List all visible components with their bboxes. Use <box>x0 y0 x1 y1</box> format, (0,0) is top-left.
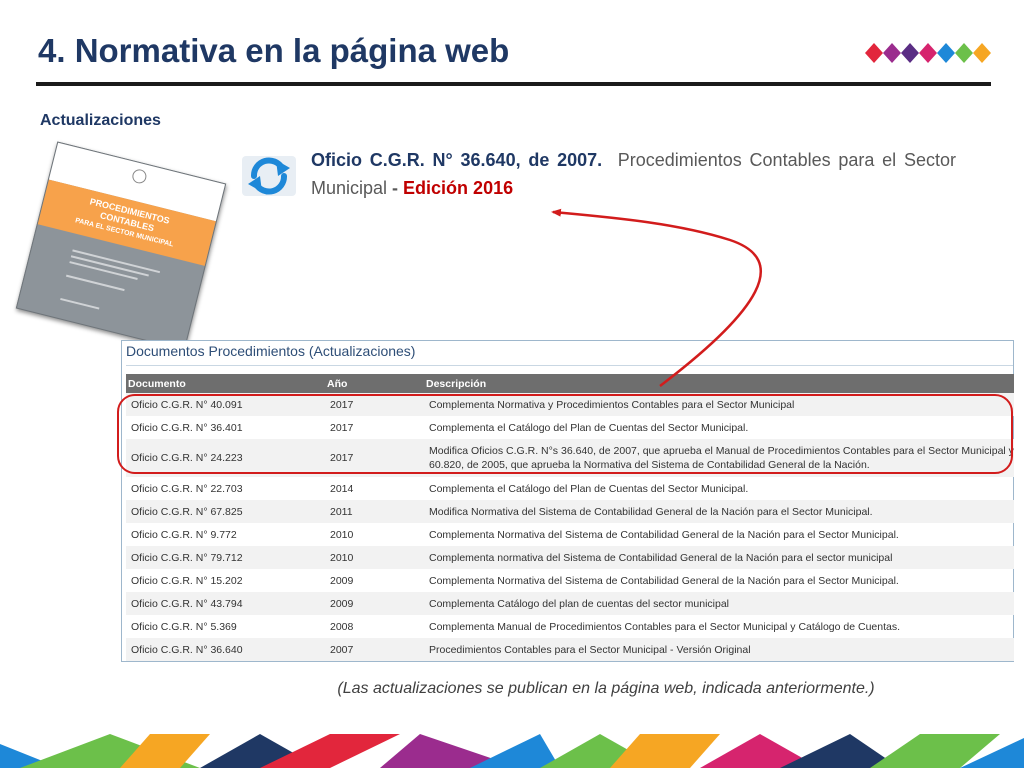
cell-descripcion: Complementa Catálogo del plan de cuentas… <box>424 592 1014 615</box>
table-row: Oficio C.G.R. N° 79.712 2010 Complementa n… <box>126 546 1014 569</box>
table-row: Oficio C.G.R. N° 15.202 2009 Complementa N… <box>126 569 1014 592</box>
column-header-anio: Año <box>325 374 424 393</box>
diamond-shape <box>865 43 883 63</box>
diamond-shape <box>937 43 955 63</box>
diamond-shape <box>883 43 901 63</box>
section-subtitle: Actualizaciones <box>40 112 161 129</box>
column-header-documento: Documento <box>126 374 325 393</box>
cell-anio: 2007 <box>325 638 424 661</box>
cell-documento: Oficio C.G.R. N° 36.640 <box>126 638 325 661</box>
oficio-description: Oficio C.G.R. N° 36.640, de 2007. Proced… <box>311 146 956 202</box>
documents-panel: Documentos Procedimientos (Actualizacion… <box>121 340 1014 662</box>
cell-anio: 2010 <box>325 546 424 569</box>
slide-title: 4. Normativa en la página web <box>38 32 510 69</box>
refresh-arrows-icon <box>242 156 296 196</box>
cell-descripcion: Modifica Normativa del Sistema de Contab… <box>424 500 1014 523</box>
diamond-shape <box>901 43 919 63</box>
cell-documento: Oficio C.G.R. N° 67.825 <box>126 500 325 523</box>
cover-text-line <box>72 249 161 274</box>
documents-panel-heading: Documentos Procedimientos (Actualizacion… <box>126 343 416 359</box>
table-row: Oficio C.G.R. N° 5.369 2008 Complementa Ma… <box>126 615 1014 638</box>
cell-descripcion: Complementa Normativa del Sistema de Con… <box>429 574 899 587</box>
cell-documento: Oficio C.G.R. N° 43.794 <box>126 592 325 615</box>
cell-documento: Oficio C.G.R. N° 15.202 <box>131 574 243 587</box>
cover-text-line <box>65 274 125 292</box>
oficio-dash: - <box>387 178 404 198</box>
cell-anio: 2009 <box>325 592 424 615</box>
table-header-row: Documento Año Descripción <box>126 374 1014 393</box>
diamond-shape <box>955 43 973 63</box>
table-row: Oficio C.G.R. N° 36.640 2007 Procedimiento… <box>126 638 1014 661</box>
oficio-reference: Oficio C.G.R. N° 36.640, de 2007. <box>311 150 603 170</box>
cell-descripcion: Procedimientos Contables para el Sector … <box>424 638 1014 661</box>
footnote-text: (Las actualizaciones se publican en la p… <box>337 680 875 697</box>
diamond-shape <box>973 43 991 63</box>
cell-descripcion: Complementa el Catálogo del Plan de Cuen… <box>429 482 749 495</box>
cell-descripcion: Complementa Normativa del Sistema de Con… <box>429 528 899 541</box>
cover-text-line <box>60 297 100 310</box>
manual-cover-image: PROCEDIMIENTOS CONTABLES PARA EL SECTOR … <box>15 141 227 351</box>
column-header-descripcion: Descripción <box>424 374 1014 393</box>
cell-documento: Oficio C.G.R. N° 79.712 <box>126 546 325 569</box>
diamond-row-icon <box>865 43 991 63</box>
table-row: Oficio C.G.R. N° 43.794 2009 Complementa C… <box>126 592 1014 615</box>
diamond-shape <box>919 43 937 63</box>
cell-anio: 2008 <box>330 620 354 633</box>
cell-descripcion: Complementa Manual de Procedimientos Con… <box>429 620 901 633</box>
title-divider <box>36 82 991 86</box>
edition-label: Edición 2016 <box>403 178 514 198</box>
cell-anio: 2011 <box>325 500 424 523</box>
cell-documento: Oficio C.G.R. N° 9.772 <box>131 528 237 541</box>
table-row: Oficio C.G.R. N° 9.772 2010 Complementa No… <box>126 523 1014 546</box>
decorative-stripe <box>0 734 1024 768</box>
highlight-outline <box>117 394 1013 474</box>
table-row: Oficio C.G.R. N° 22.703 2014 Complementa e… <box>126 477 1014 500</box>
cell-anio: 2010 <box>330 528 354 541</box>
heading-divider <box>126 365 1013 366</box>
table-row: Oficio C.G.R. N° 67.825 2011 Modifica Norm… <box>126 500 1014 523</box>
cell-descripcion: Complementa normativa del Sistema de Con… <box>424 546 1014 569</box>
cell-anio: 2014 <box>330 482 354 495</box>
cell-documento: Oficio C.G.R. N° 22.703 <box>131 482 243 495</box>
cell-documento: Oficio C.G.R. N° 5.369 <box>131 620 237 633</box>
cell-anio: 2009 <box>330 574 354 587</box>
